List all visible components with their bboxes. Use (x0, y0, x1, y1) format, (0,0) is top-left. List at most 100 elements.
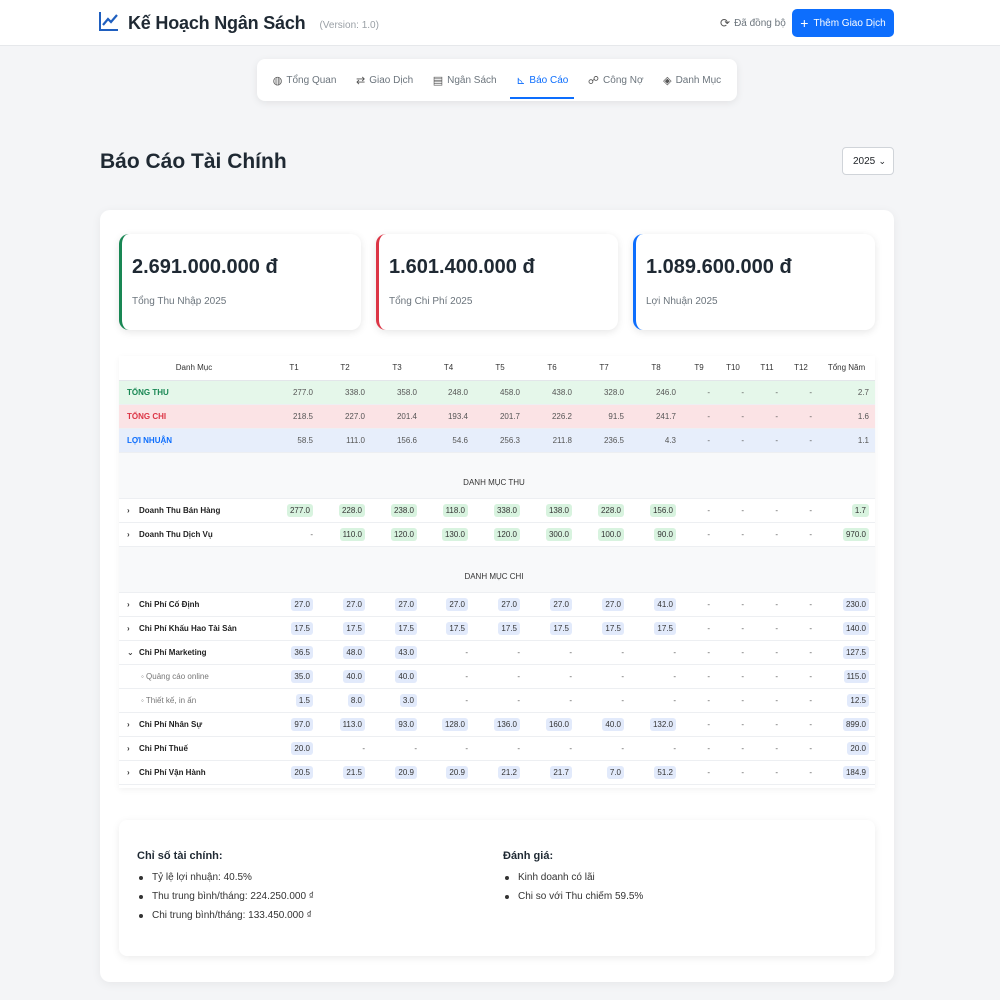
section-title: DANH MỤC THU (119, 452, 875, 499)
table-row[interactable]: › Chi Phí Nhân Sự 97.0 113.0 93.0 128.0 136.0 1… (119, 712, 875, 737)
table-row[interactable]: › Chi Phí Thuế 20.0 - - - - - - - - - - - 20.0 (119, 736, 875, 761)
cell-value: 211.8 (526, 428, 578, 453)
value: - (741, 719, 744, 729)
tab-debts[interactable]: ☍ Công Nợ (582, 59, 650, 101)
value: 27.0 (498, 597, 520, 611)
value: 12.5 (847, 693, 869, 707)
cell-value: 27.0 (423, 592, 474, 617)
cell-value: - (716, 498, 750, 523)
cell-value: 8.0 (319, 688, 371, 713)
cell-value: 120.0 (474, 522, 526, 547)
cell-value: 17.5 (269, 616, 319, 641)
value: - (741, 671, 744, 681)
table-row: TỔNG CHI 218.5 227.0 201.4 193.4 201.7 226.2 91… (119, 404, 875, 429)
cell-value: - (682, 736, 716, 761)
value: - (741, 599, 744, 609)
chevron-right-icon[interactable]: › (127, 530, 139, 539)
header-month: T3 (371, 356, 423, 381)
value: - (569, 743, 572, 753)
value: 27.0 (550, 597, 572, 611)
table-row[interactable]: › Chi Phí Khấu Hao Tài Sản 17.5 17.5 17.5 17.… (119, 616, 875, 641)
cell-value: 27.0 (371, 592, 423, 617)
value: 1.7 (851, 503, 869, 517)
value: 899.0 (842, 717, 869, 731)
brand[interactable]: Kế Hoạch Ngân Sách (Version: 1.0) (98, 10, 379, 37)
sync-status-text: Đã đồng bộ (734, 17, 786, 29)
value: - (621, 671, 624, 681)
value: 21.7 (550, 765, 572, 779)
value: - (741, 435, 744, 445)
tab-categories[interactable]: ◈ Danh Mục (657, 59, 727, 101)
total-expense-card: 1.601.400.000 đ Tổng Chi Phí 2025 (376, 234, 618, 330)
cell-value: - (716, 404, 750, 429)
value: 1.6 (857, 411, 869, 421)
value: 27.0 (602, 597, 624, 611)
value: 127.5 (842, 645, 869, 659)
cell-value: 111.0 (319, 428, 371, 453)
cell-value: 43.0 (371, 640, 423, 665)
cell-value: 20.5 (269, 760, 319, 785)
cell-value: - (716, 428, 750, 453)
cell-value: 241.7 (630, 404, 682, 429)
table-row[interactable]: › Doanh Thu Bán Hàng 277.0 228.0 238.0 118.0 3… (119, 498, 875, 523)
add-transaction-button[interactable]: + Thêm Giao Dịch (792, 9, 894, 37)
tab-reports[interactable]: ⊾ Báo Cáo (510, 59, 575, 101)
value: 193.4 (447, 411, 468, 421)
cell-value: 201.7 (474, 404, 526, 429)
cell-value: - (578, 664, 630, 689)
tab-budget[interactable]: ▤ Ngân Sách (427, 59, 503, 101)
chevron-right-icon[interactable]: › (127, 600, 139, 609)
table-row[interactable]: › Doanh Thu Dịch Vụ - 110.0 120.0 130.0 120.0 3… (119, 522, 875, 547)
chevron-right-icon[interactable]: › (127, 768, 139, 777)
value: 241.7 (655, 411, 676, 421)
cell-value: - (423, 640, 474, 665)
cell-value: - (716, 760, 750, 785)
cell-value: - (682, 664, 716, 689)
value: - (775, 529, 778, 539)
value: - (809, 387, 812, 397)
value: - (707, 505, 710, 515)
cell-value: 58.5 (269, 428, 319, 453)
chevron-right-icon[interactable]: › (127, 720, 139, 729)
cell-value: 138.0 (526, 498, 578, 523)
tab-transactions[interactable]: ⇄ Giao Dịch (350, 59, 419, 101)
tab-overview[interactable]: ◍ Tổng Quan (267, 59, 343, 101)
value: - (707, 411, 710, 421)
row-name: TỔNG THU (119, 380, 269, 405)
cell-value: 51.2 (630, 760, 682, 785)
header-month: Tổng Năm (818, 356, 875, 381)
value: 43.0 (395, 645, 417, 659)
year-select[interactable]: 2025 ⌄ (842, 147, 894, 175)
chevron-right-icon[interactable]: › (127, 506, 139, 515)
cell-value: 128.0 (423, 712, 474, 737)
header-month: T1 (269, 356, 319, 381)
chevron-down-icon[interactable]: ⌄ (127, 648, 139, 657)
section-title: DANH MỤC CHI (119, 546, 875, 593)
value: - (809, 623, 812, 633)
cell-value: - (682, 428, 716, 453)
table-row[interactable]: ⌄ Chi Phí Marketing 36.5 48.0 43.0 - - - - - - - - - 1… (119, 640, 875, 665)
indicator-item: Thu trung bình/tháng: 224.250.000 ₫ (137, 891, 314, 902)
chevron-right-icon[interactable]: › (127, 624, 139, 633)
expense-section-header: DANH MỤC CHI (119, 546, 875, 593)
cell-value: - (750, 522, 784, 547)
value: - (517, 743, 520, 753)
value: - (707, 719, 710, 729)
cell-value: 228.0 (319, 498, 371, 523)
cell-value: - (784, 664, 818, 689)
cell-value: 20.9 (371, 760, 423, 785)
cell-value: - (750, 380, 784, 405)
value: - (707, 743, 710, 753)
value: - (775, 767, 778, 777)
card-amount: 2.691.000.000 đ (132, 256, 278, 278)
cell-value: - (423, 664, 474, 689)
value: 228.0 (338, 503, 365, 517)
table-row[interactable]: › Chi Phí Vận Hành 20.5 21.5 20.9 20.9 21.2 21.… (119, 760, 875, 785)
table-row[interactable]: › Chi Phí Cố Định 27.0 27.0 27.0 27.0 27.0 27.0… (119, 592, 875, 617)
chevron-right-icon[interactable]: › (127, 744, 139, 753)
cell-value: 277.0 (269, 498, 319, 523)
cell-value: 1.7 (818, 498, 875, 523)
row-label: TỔNG CHI (127, 411, 167, 421)
cell-value: 20.0 (818, 736, 875, 761)
value: 238.0 (390, 503, 417, 517)
